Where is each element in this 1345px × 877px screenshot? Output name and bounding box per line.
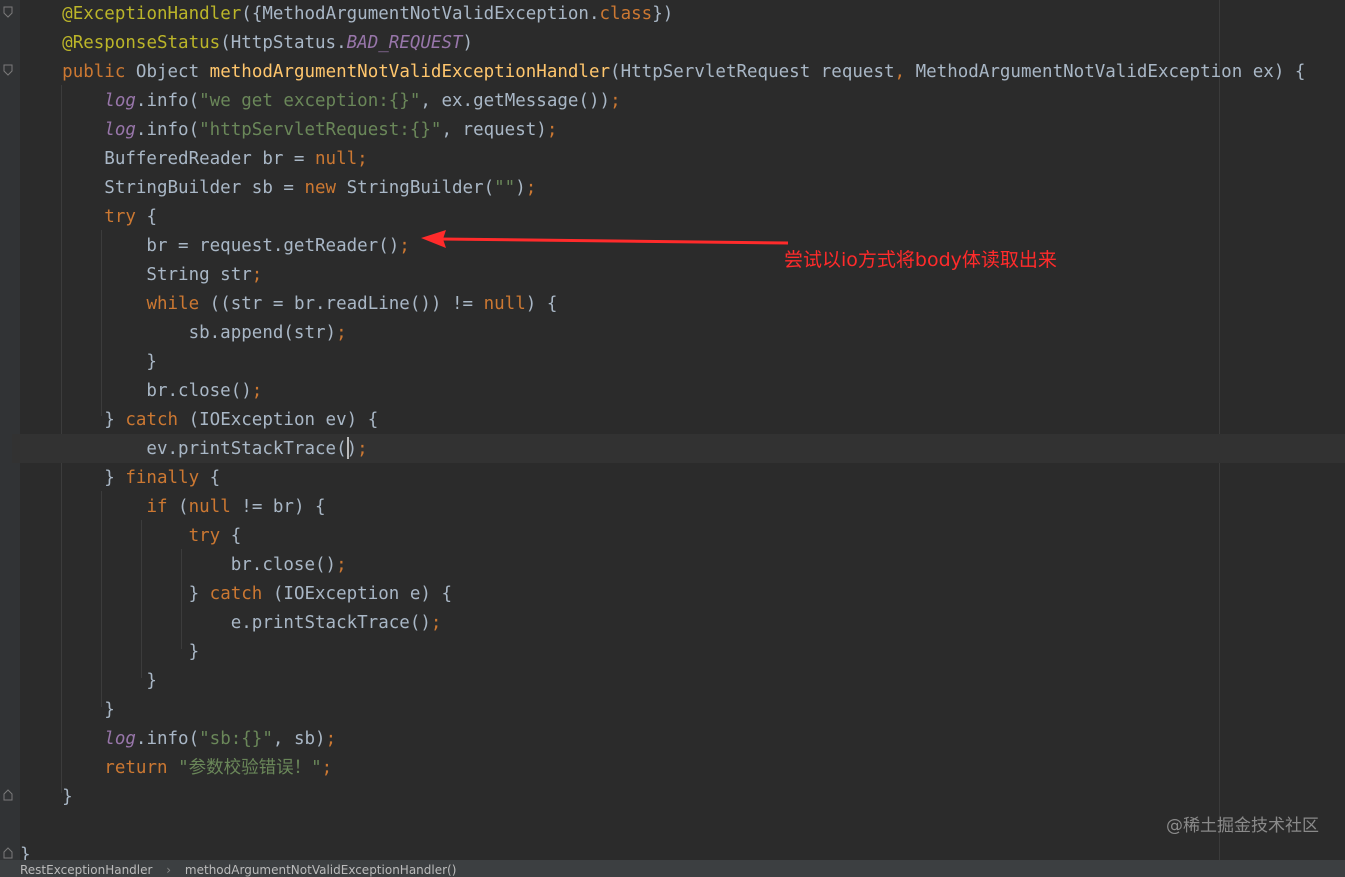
annotation-note: 尝试以io方式将body体读取出来 — [784, 249, 1057, 271]
breadcrumb-separator-icon: › — [166, 863, 172, 877]
breadcrumb-method[interactable]: methodArgumentNotValidExceptionHandler() — [185, 860, 457, 877]
breadcrumb-bar: RestExceptionHandler › methodArgumentNot… — [0, 860, 1345, 877]
red-arrow-annotation — [421, 230, 789, 248]
breadcrumb-class[interactable]: RestExceptionHandler — [20, 860, 152, 877]
watermark: @稀土掘金技术社区 — [1166, 816, 1319, 836]
code-editor[interactable]: @ExceptionHandler({MethodArgumentNotVali… — [0, 0, 1345, 860]
